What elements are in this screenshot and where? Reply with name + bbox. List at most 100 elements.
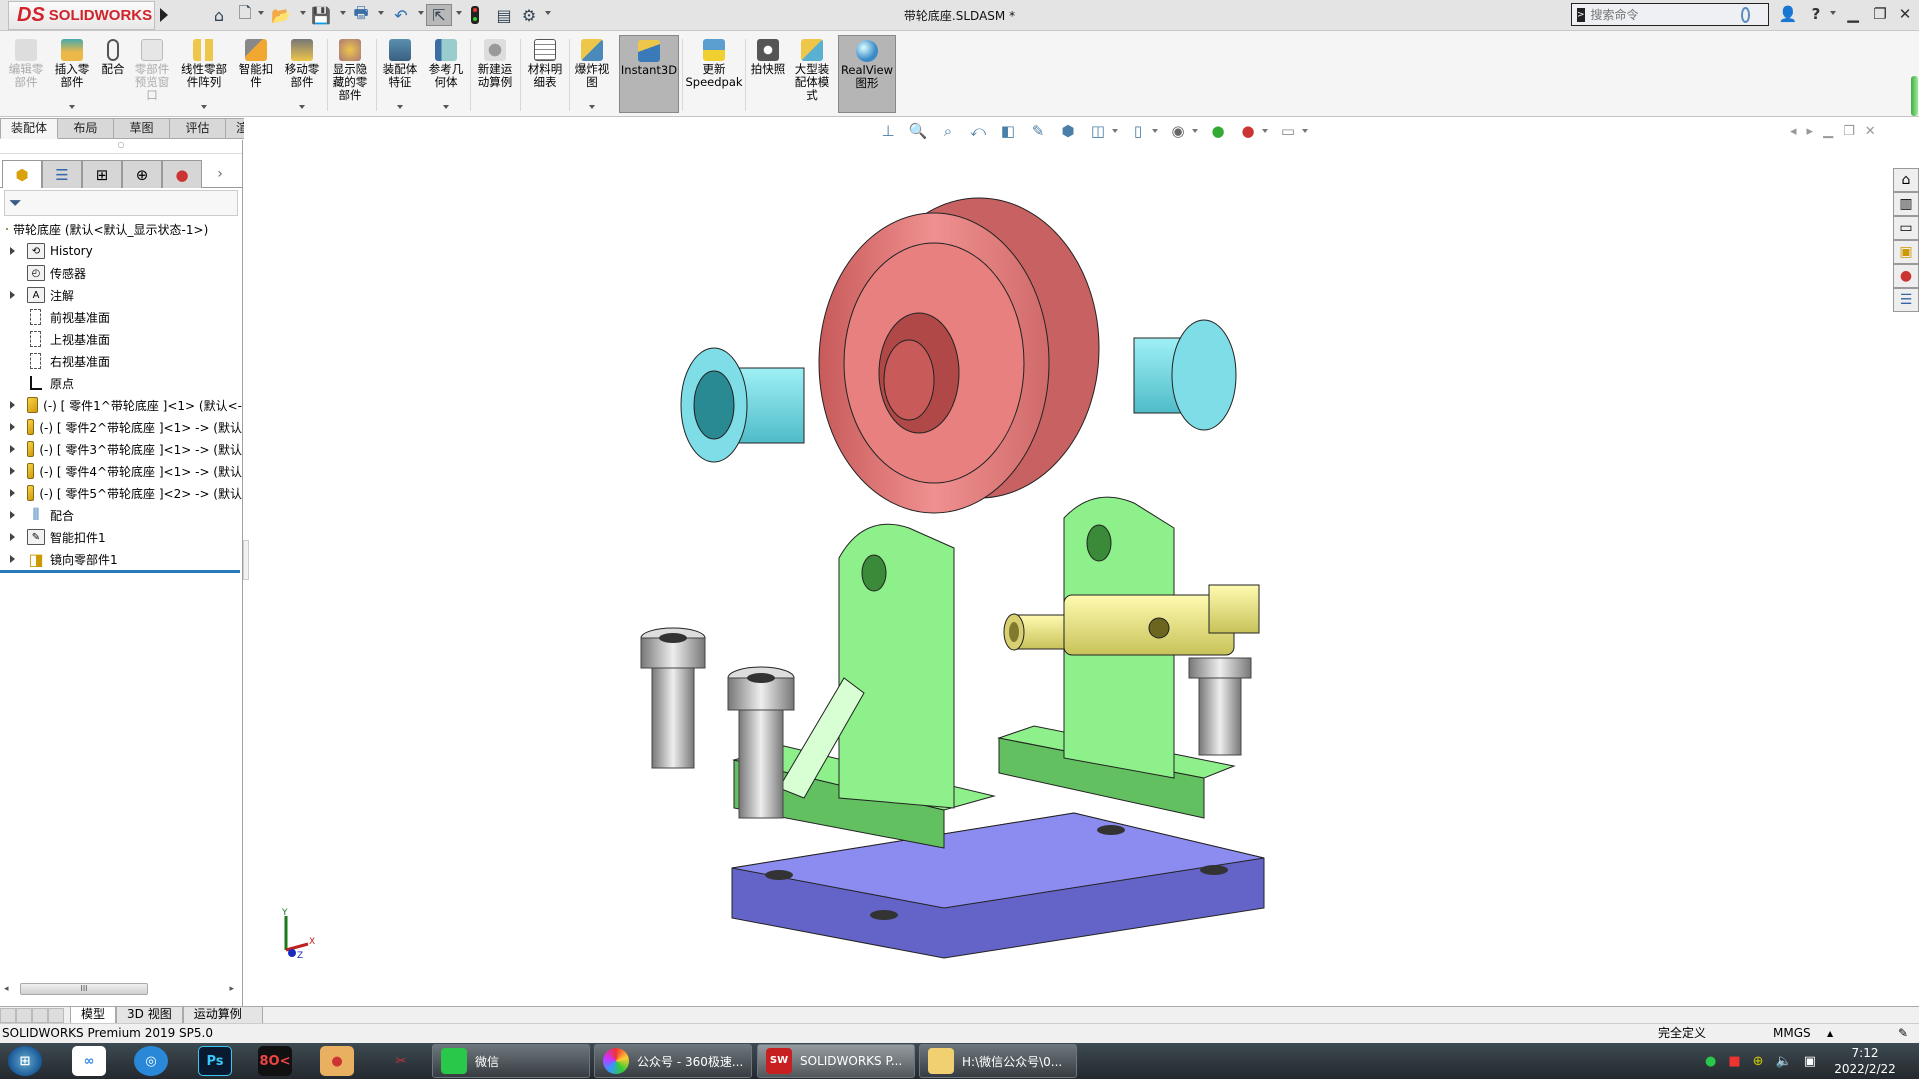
tab-model[interactable]: 模型: [70, 1007, 116, 1024]
file-explorer-icon[interactable]: ▭: [1893, 216, 1919, 240]
new-document-icon[interactable]: 🗋: [236, 3, 254, 26]
next-tab-icon[interactable]: [32, 1008, 48, 1023]
smart-fasteners-button[interactable]: 智能扣件: [236, 35, 276, 113]
dropdown-arrow-icon[interactable]: [299, 105, 305, 109]
base-plate[interactable]: [731, 812, 1265, 959]
new-dropdown-icon[interactable]: [258, 11, 264, 15]
dropdown-arrow-icon[interactable]: [589, 105, 595, 109]
tree-root-assembly[interactable]: 带轮底座 (默认<默认_显示状态-1>): [0, 218, 242, 240]
previous-view-icon[interactable]: ⤺: [968, 121, 988, 141]
bill-of-materials-button[interactable]: 材料明细表: [524, 35, 566, 113]
tray-solidworks-icon[interactable]: ■: [1728, 1054, 1740, 1069]
tray-wechat-icon[interactable]: ●: [1705, 1054, 1716, 1069]
select-icon[interactable]: ⇱: [426, 4, 452, 26]
search-icon[interactable]: [1740, 6, 1750, 23]
tree-item[interactable]: A 注解: [0, 284, 242, 306]
reference-geometry-button[interactable]: 参考几何体: [426, 35, 466, 113]
tab-assembly[interactable]: 装配体: [0, 118, 59, 139]
tree-filter[interactable]: ⏷: [4, 190, 238, 216]
tree-item[interactable]: ◴ 传感器: [0, 262, 242, 284]
last-tab-icon[interactable]: [48, 1008, 64, 1023]
system-clock[interactable]: 7:12 2022/2/22: [1820, 1045, 1910, 1077]
viewport-restore-icon[interactable]: ❐: [1843, 124, 1855, 139]
dropdown-arrow-icon[interactable]: [1262, 129, 1268, 133]
tree-item[interactable]: 右视基准面: [0, 350, 242, 372]
new-motion-study-button[interactable]: 新建运动算例: [474, 35, 516, 113]
exploded-view-button[interactable]: 爆炸视图: [572, 35, 612, 113]
tree-item[interactable]: (-) [ 零件1^带轮底座 ]<1> (默认<-: [0, 394, 242, 416]
tab-motion-study-1[interactable]: 运动算例 1: [182, 1007, 263, 1036]
dropdown-arrow-icon[interactable]: [1152, 129, 1158, 133]
taskbar-window-explorer[interactable]: H:\微信公众号\0...: [919, 1044, 1077, 1078]
view-settings-icon[interactable]: ●: [1238, 121, 1258, 141]
screen-recorder-icon[interactable]: 8O<: [258, 1046, 292, 1076]
graphics-area[interactable]: [244, 118, 1919, 1008]
view-palette-icon[interactable]: ▣: [1893, 240, 1919, 264]
expand-arrow-icon[interactable]: [10, 511, 15, 519]
propertymanager-icon[interactable]: ☰: [42, 160, 82, 188]
mate-button[interactable]: 配合: [98, 35, 128, 113]
panel-splitter-handle[interactable]: ○: [0, 140, 242, 154]
tree-item[interactable]: ⫴ 配合: [0, 504, 242, 526]
tree-item[interactable]: (-) [ 零件3^带轮底座 ]<1> -> (默认: [0, 438, 242, 460]
tab-3d-views[interactable]: 3D 视图: [116, 1007, 183, 1024]
solidworks-resources-icon[interactable]: ⌂: [1893, 168, 1919, 192]
tree-item[interactable]: ⟲ History: [0, 240, 242, 262]
dropdown-arrow-icon[interactable]: [397, 105, 403, 109]
zoom-to-area-icon[interactable]: ⌕: [938, 121, 958, 141]
zoom-to-fit-icon[interactable]: 🔍: [908, 121, 928, 141]
photoshop-icon[interactable]: Ps: [198, 1046, 232, 1076]
view-cube-icon[interactable]: ⬢: [1058, 121, 1078, 141]
ribbon-scroll-handle[interactable]: [1911, 76, 1918, 116]
save-dropdown-icon[interactable]: [340, 11, 346, 15]
edit-appearance-icon[interactable]: ◉: [1168, 121, 1188, 141]
photo-app-icon[interactable]: ●: [320, 1046, 354, 1076]
expand-arrow-icon[interactable]: [10, 247, 15, 255]
select-dropdown-icon[interactable]: [456, 11, 462, 15]
first-tab-icon[interactable]: [0, 1008, 16, 1023]
show-hidden-components-button[interactable]: 显示隐藏的零部件: [330, 35, 370, 113]
menu-expand-arrow-icon[interactable]: [160, 8, 168, 22]
start-button[interactable]: ⊞: [8, 1046, 42, 1076]
take-snapshot-button[interactable]: 拍快照: [748, 35, 788, 113]
customize-icon[interactable]: ✎: [1898, 1024, 1908, 1043]
print-icon[interactable]: 🖶: [350, 3, 372, 26]
pulley[interactable]: [818, 197, 1100, 514]
solidworks-logo[interactable]: DS SOLIDWORKS: [8, 1, 155, 30]
expand-arrow-icon[interactable]: [10, 291, 15, 299]
undo-icon[interactable]: ↶: [390, 4, 412, 26]
displaymanager-icon[interactable]: ●: [162, 160, 202, 188]
expand-arrow-icon[interactable]: [10, 467, 15, 475]
volume-icon[interactable]: 🔈: [1776, 1054, 1792, 1069]
realview-graphics-button[interactable]: RealView图形: [838, 35, 896, 113]
home-icon[interactable]: ⌂: [208, 4, 230, 26]
scroll-left-icon[interactable]: ◂: [4, 984, 9, 994]
unit-system-selector[interactable]: MMGS: [1773, 1024, 1811, 1043]
taskbar-window-wechat[interactable]: 微信: [432, 1044, 590, 1078]
search-command-box[interactable]: >: [1571, 3, 1769, 26]
close-button[interactable]: ✕: [1895, 5, 1915, 23]
tree-item[interactable]: (-) [ 零件4^带轮底座 ]<1> -> (默认: [0, 460, 242, 482]
configurationmanager-icon[interactable]: ⊞: [82, 160, 122, 188]
dynamic-annotation-icon[interactable]: ✎: [1028, 121, 1048, 141]
tray-360-icon[interactable]: ⊕: [1753, 1054, 1764, 1069]
view-orientation-icon[interactable]: ⊥: [878, 121, 898, 141]
next-window-icon[interactable]: ▸: [1807, 124, 1814, 139]
expand-arrow-icon[interactable]: [10, 445, 15, 453]
large-assembly-mode-button[interactable]: 大型装配体模式: [792, 35, 832, 113]
save-icon[interactable]: 💾: [310, 4, 332, 26]
display-style-icon[interactable]: ◫: [1088, 121, 1108, 141]
more-tabs-chevron-icon[interactable]: ›: [202, 160, 238, 187]
tree-item[interactable]: ◨ 镜向零部件1: [0, 548, 242, 570]
custom-properties-icon[interactable]: ☰: [1893, 288, 1919, 312]
expand-arrow-icon[interactable]: [10, 555, 15, 563]
insert-components-button[interactable]: 插入零部件: [52, 35, 92, 113]
tree-item[interactable]: ✎ 智能扣件1: [0, 526, 242, 548]
appearances-icon[interactable]: ●: [1893, 264, 1919, 288]
hide-show-items-icon[interactable]: ▯: [1128, 121, 1148, 141]
viewport-close-icon[interactable]: ✕: [1865, 124, 1876, 139]
tab-layout[interactable]: 布局: [58, 118, 115, 139]
tree-item[interactable]: 原点: [0, 372, 242, 394]
monitor-icon[interactable]: ▭: [1278, 121, 1298, 141]
component-preview-button[interactable]: 零部件预览窗口: [132, 35, 172, 113]
